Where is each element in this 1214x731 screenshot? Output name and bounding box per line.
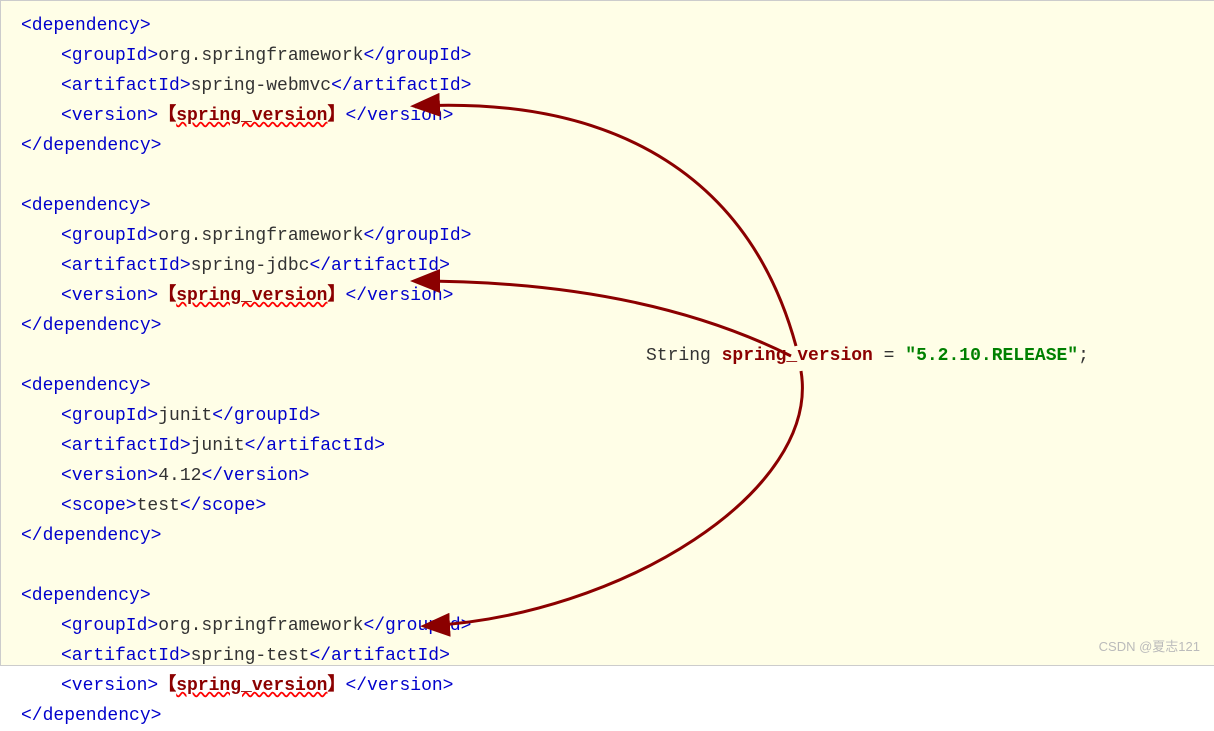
variable-declaration: String spring_version = "5.2.10.RELEASE"… [646, 346, 1089, 366]
code-line: <groupId>junit</groupId> [21, 401, 472, 431]
version-variable-ref: spring_version [176, 106, 327, 126]
code-line: <artifactId>junit</artifactId> [21, 431, 472, 461]
code-line: <version>【spring_version】</version> [21, 281, 472, 311]
code-line: </dependency> [21, 521, 472, 551]
code-line: <artifactId>spring-test</artifactId> [21, 641, 472, 671]
code-line: <dependency> [21, 371, 472, 401]
code-line: <artifactId>spring-webmvc</artifactId> [21, 71, 472, 101]
decl-value: "5.2.10.RELEASE" [905, 346, 1078, 366]
code-line: <artifactId>spring-jdbc</artifactId> [21, 251, 472, 281]
code-block: <dependency><groupId>org.springframework… [21, 11, 472, 731]
code-line: <groupId>org.springframework</groupId> [21, 221, 472, 251]
code-line: <groupId>org.springframework</groupId> [21, 611, 472, 641]
code-line: <version>【spring_version】</version> [21, 101, 472, 131]
arrow-2 [416, 281, 791, 356]
code-line: <dependency> [21, 191, 472, 221]
code-line: </dependency> [21, 131, 472, 161]
code-line: <groupId>org.springframework</groupId> [21, 41, 472, 71]
code-line: <version>【spring_version】</version> [21, 671, 472, 701]
code-line: <scope>test</scope> [21, 491, 472, 521]
arrow-3 [426, 371, 802, 626]
decl-terminator: ; [1078, 346, 1089, 366]
decl-equals: = [884, 346, 906, 366]
watermark: CSDN @夏志121 [1099, 636, 1200, 655]
version-variable-ref: spring_version [176, 676, 327, 696]
code-line: </dependency> [21, 311, 472, 341]
code-line: </dependency> [21, 701, 472, 731]
decl-name: spring_version [722, 346, 873, 366]
version-variable-ref: spring_version [176, 286, 327, 306]
code-line: <dependency> [21, 11, 472, 41]
decl-type: String [646, 346, 711, 366]
arrow-1 [416, 105, 796, 346]
code-line: <version>4.12</version> [21, 461, 472, 491]
code-line: <dependency> [21, 581, 472, 611]
